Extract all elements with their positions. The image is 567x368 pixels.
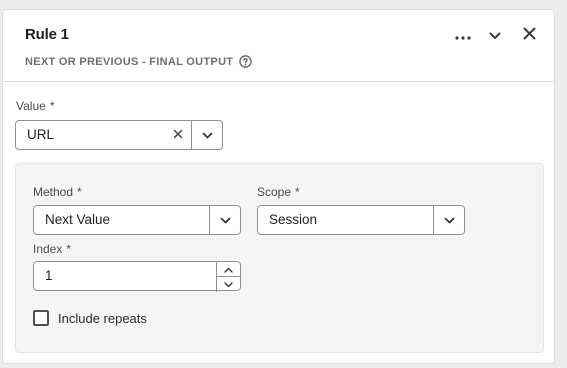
required-mark: *: [49, 99, 55, 113]
method-picker[interactable]: Next Value: [33, 205, 241, 235]
more-icon: [455, 27, 471, 45]
collapse-button[interactable]: [484, 25, 506, 47]
value-combobox[interactable]: URL: [15, 120, 223, 150]
more-options-button[interactable]: [452, 25, 474, 47]
close-icon: [523, 27, 536, 45]
close-button[interactable]: [518, 25, 540, 47]
include-repeats-checkbox[interactable]: [33, 310, 49, 326]
rule-settings-panel: Method * Next Value Scope * Session Inde…: [15, 163, 544, 353]
clear-icon: [173, 126, 183, 144]
required-mark: *: [295, 185, 300, 199]
method-value: Next Value: [45, 212, 111, 227]
index-label-text: Index: [33, 242, 63, 256]
scope-label: Scope *: [257, 185, 300, 199]
chevron-down-icon: [224, 275, 233, 293]
index-number-field[interactable]: 1: [33, 261, 241, 292]
include-repeats-label: Include repeats: [58, 310, 147, 326]
method-label: Method *: [33, 185, 82, 199]
scope-value: Session: [269, 212, 318, 227]
chevron-down-icon: [489, 27, 501, 45]
help-icon[interactable]: [239, 55, 253, 68]
required-mark: *: [77, 185, 82, 199]
rule-title: Rule 1: [25, 26, 69, 43]
index-label: Index *: [33, 242, 71, 256]
method-label-text: Method: [33, 185, 74, 199]
decrement-button[interactable]: [217, 277, 240, 291]
index-stepper: [216, 262, 240, 292]
scope-dropdown-button[interactable]: [433, 206, 464, 234]
method-dropdown-button[interactable]: [209, 206, 240, 234]
scope-picker[interactable]: Session: [257, 205, 465, 235]
chevron-down-icon: [202, 126, 213, 144]
value-input[interactable]: URL: [27, 121, 54, 149]
rule-card: Rule 1 NEXT OR PREVIOUS - FINAL OUTPUT V…: [2, 9, 555, 364]
value-label: Value *: [16, 99, 54, 113]
rule-header: Rule 1 NEXT OR PREVIOUS - FINAL OUTPUT: [3, 10, 554, 82]
chevron-down-icon: [220, 211, 231, 229]
value-dropdown-button[interactable]: [191, 121, 222, 149]
scope-label-text: Scope: [257, 185, 292, 199]
clear-value-button[interactable]: [166, 121, 190, 149]
index-input[interactable]: 1: [45, 262, 53, 290]
value-label-text: Value: [16, 99, 46, 113]
rule-subtitle: NEXT OR PREVIOUS - FINAL OUTPUT: [25, 55, 253, 68]
required-mark: *: [66, 242, 72, 256]
include-repeats-checkbox-row[interactable]: Include repeats: [33, 310, 147, 326]
chevron-down-icon: [444, 211, 455, 229]
rule-subtitle-text: NEXT OR PREVIOUS - FINAL OUTPUT: [25, 55, 234, 68]
